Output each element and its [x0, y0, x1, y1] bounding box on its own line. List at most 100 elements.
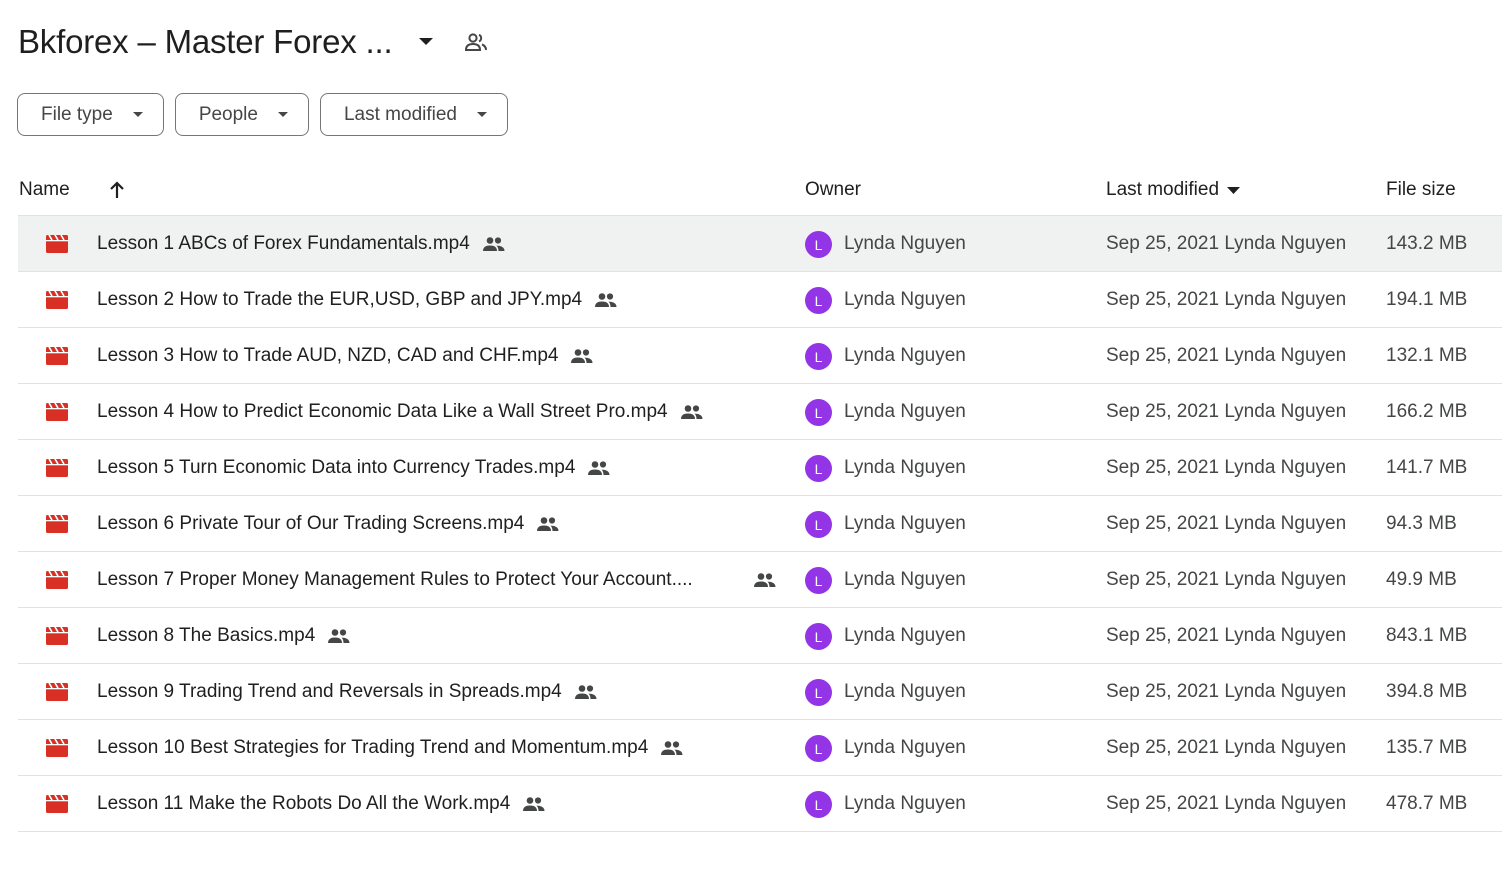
file-name-cell: Lesson 5 Turn Economic Data into Currenc…	[97, 440, 611, 495]
folder-title[interactable]: Bkforex – Master Forex ...	[18, 23, 393, 61]
video-file-icon	[46, 346, 68, 365]
caret-down-icon	[277, 112, 290, 117]
column-last-modified-label: Last modified	[1106, 179, 1220, 200]
table-row[interactable]: Lesson 9 Trading Trend and Reversals in …	[18, 664, 1502, 720]
table-row[interactable]: Lesson 3 How to Trade AUD, NZD, CAD and …	[18, 328, 1502, 384]
owner-name: Lynda Nguyen	[844, 288, 966, 310]
owner-name: Lynda Nguyen	[844, 512, 966, 534]
table-row[interactable]: Lesson 11 Make the Robots Do All the Wor…	[18, 776, 1502, 832]
last-modified-value: Sep 25, 2021 Lynda Nguyen	[1106, 512, 1347, 534]
video-file-icon	[46, 290, 68, 309]
table-row[interactable]: Lesson 6 Private Tour of Our Trading Scr…	[18, 496, 1502, 552]
table-row[interactable]: Lesson 5 Turn Economic Data into Currenc…	[18, 440, 1502, 496]
column-owner: Owner	[805, 179, 861, 200]
column-last-modified[interactable]: Last modified	[1106, 165, 1241, 215]
people-icon	[594, 288, 618, 312]
video-file-icon	[46, 514, 68, 533]
file-name[interactable]: Lesson 9 Trading Trend and Reversals in …	[97, 681, 562, 703]
video-file-icon	[46, 738, 68, 757]
table-row[interactable]: Lesson 8 The Basics.mp4 L Lynda Nguyen Sep …	[18, 608, 1502, 664]
owner-name: Lynda Nguyen	[844, 624, 966, 646]
file-name[interactable]: Lesson 11 Make the Robots Do All the Wor…	[97, 793, 510, 815]
file-name[interactable]: Lesson 3 How to Trade AUD, NZD, CAD and …	[97, 345, 558, 367]
file-size-value: 478.7 MB	[1386, 792, 1468, 814]
last-modified-value: Sep 25, 2021 Lynda Nguyen	[1106, 624, 1347, 646]
file-name[interactable]: Lesson 2 How to Trade the EUR,USD, GBP a…	[97, 289, 582, 311]
owner-name: Lynda Nguyen	[844, 792, 966, 814]
avatar: L	[805, 231, 832, 258]
people-icon	[482, 232, 506, 256]
last-modified-value: Sep 25, 2021 Lynda Nguyen	[1106, 456, 1347, 478]
avatar: L	[805, 399, 832, 426]
file-size-value: 166.2 MB	[1386, 400, 1468, 422]
people-icon	[574, 680, 598, 704]
file-size-value: 394.8 MB	[1386, 680, 1468, 702]
table-row[interactable]: Lesson 10 Best Strategies for Trading Tr…	[18, 720, 1502, 776]
owner-name: Lynda Nguyen	[844, 400, 966, 422]
owner-name: Lynda Nguyen	[844, 456, 966, 478]
people-icon	[536, 512, 560, 536]
table-row[interactable]: Lesson 7 Proper Money Management Rules t…	[18, 552, 1502, 608]
folder-header: Bkforex – Master Forex ...	[18, 18, 490, 66]
people-icon	[587, 456, 611, 480]
table-header: Name Owner Last modified File size	[18, 165, 1502, 215]
avatar: L	[805, 679, 832, 706]
owner-name: Lynda Nguyen	[844, 680, 966, 702]
file-size-value: 194.1 MB	[1386, 288, 1468, 310]
arrow-up-icon[interactable]	[104, 177, 130, 203]
avatar: L	[805, 735, 832, 762]
people-icon	[753, 568, 777, 592]
file-size-value: 843.1 MB	[1386, 624, 1468, 646]
avatar: L	[805, 623, 832, 650]
avatar: L	[805, 791, 832, 818]
file-name[interactable]: Lesson 5 Turn Economic Data into Currenc…	[97, 457, 575, 479]
file-type-filter-label: File type	[41, 103, 113, 125]
file-name-cell: Lesson 11 Make the Robots Do All the Wor…	[97, 776, 546, 831]
last-modified-filter-label: Last modified	[343, 103, 457, 125]
caret-down-icon	[132, 112, 145, 117]
file-name[interactable]: Lesson 10 Best Strategies for Trading Tr…	[97, 737, 648, 759]
video-file-icon	[46, 234, 68, 253]
file-name-cell: Lesson 4 How to Predict Economic Data Li…	[97, 384, 704, 439]
file-name[interactable]: Lesson 6 Private Tour of Our Trading Scr…	[97, 513, 524, 535]
last-modified-value: Sep 25, 2021 Lynda Nguyen	[1106, 568, 1347, 590]
people-filter[interactable]: People	[174, 93, 309, 136]
people-icon	[570, 344, 594, 368]
owner-name: Lynda Nguyen	[844, 736, 966, 758]
file-name[interactable]: Lesson 1 ABCs of Forex Fundamentals.mp4	[97, 233, 470, 255]
people-icon	[680, 400, 704, 424]
column-name[interactable]: Name	[19, 165, 70, 215]
people-icon	[327, 624, 351, 648]
last-modified-value: Sep 25, 2021 Lynda Nguyen	[1106, 736, 1347, 758]
file-name[interactable]: Lesson 7 Proper Money Management Rules t…	[97, 569, 693, 591]
last-modified-value: Sep 25, 2021 Lynda Nguyen	[1106, 680, 1347, 702]
file-name-cell: Lesson 10 Best Strategies for Trading Tr…	[97, 720, 684, 775]
file-type-filter[interactable]: File type	[17, 93, 164, 136]
last-modified-value: Sep 25, 2021 Lynda Nguyen	[1106, 344, 1347, 366]
table-row[interactable]: Lesson 4 How to Predict Economic Data Li…	[18, 384, 1502, 440]
owner-name: Lynda Nguyen	[844, 344, 966, 366]
file-name-cell: Lesson 2 How to Trade the EUR,USD, GBP a…	[97, 272, 618, 327]
filter-bar: File type People Last modified	[17, 93, 508, 136]
video-file-icon	[46, 626, 68, 645]
file-size-value: 143.2 MB	[1386, 232, 1468, 254]
caret-down-icon	[477, 112, 489, 117]
last-modified-filter[interactable]: Last modified	[319, 93, 508, 136]
file-size-value: 94.3 MB	[1386, 512, 1457, 534]
file-name[interactable]: Lesson 4 How to Predict Economic Data Li…	[97, 401, 668, 423]
video-file-icon	[46, 682, 68, 701]
video-file-icon	[46, 458, 68, 477]
people-icon[interactable]	[462, 28, 490, 56]
people-icon	[522, 792, 546, 816]
owner-name: Lynda Nguyen	[844, 232, 966, 254]
file-size-value: 135.7 MB	[1386, 736, 1468, 758]
table-row[interactable]: Lesson 1 ABCs of Forex Fundamentals.mp4 L…	[18, 216, 1502, 272]
table-row[interactable]: Lesson 2 How to Trade the EUR,USD, GBP a…	[18, 272, 1502, 328]
file-name[interactable]: Lesson 8 The Basics.mp4	[97, 625, 315, 647]
column-file-size: File size	[1386, 179, 1456, 200]
video-file-icon	[46, 402, 68, 421]
file-name-cell: Lesson 7 Proper Money Management Rules t…	[97, 552, 693, 607]
file-name-cell: Lesson 6 Private Tour of Our Trading Scr…	[97, 496, 560, 551]
last-modified-value: Sep 25, 2021 Lynda Nguyen	[1106, 792, 1347, 814]
caret-down-icon[interactable]	[414, 30, 438, 54]
